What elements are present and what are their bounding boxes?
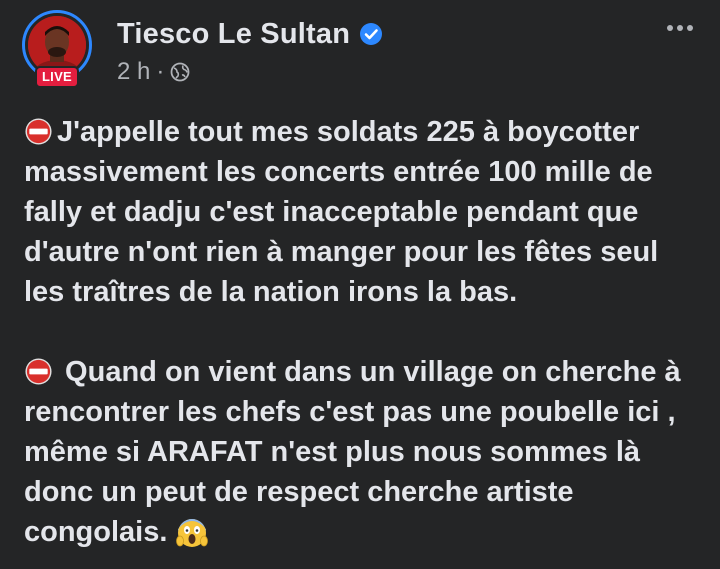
more-dot — [677, 25, 683, 31]
more-dot — [687, 25, 693, 31]
paragraph-text: J'appelle tout mes soldats 225 à boycott… — [24, 116, 659, 308]
author-name[interactable]: Tiesco Le Sultan — [117, 18, 350, 51]
globe-icon[interactable] — [170, 62, 190, 82]
facebook-post: LIVE Tiesco Le Sultan 2 h · J'appelle to… — [0, 0, 720, 569]
more-dot — [667, 25, 673, 31]
no-entry-icon — [25, 118, 52, 145]
author-name-row: Tiesco Le Sultan — [117, 16, 383, 52]
post-meta: 2 h · — [117, 58, 190, 86]
post-paragraph: J'appelle tout mes soldats 225 à boycott… — [24, 112, 704, 312]
no-entry-icon — [25, 358, 52, 385]
post-body: J'appelle tout mes soldats 225 à boycott… — [24, 112, 704, 552]
paragraph-text: Quand on vient dans un village on cherch… — [24, 356, 681, 548]
more-options-icon[interactable] — [660, 16, 700, 40]
author-avatar-container[interactable]: LIVE — [22, 10, 98, 88]
post-header: LIVE Tiesco Le Sultan 2 h · — [22, 10, 704, 90]
face-screaming-in-fear-icon — [176, 519, 209, 547]
meta-separator: · — [156, 58, 165, 85]
verified-badge-icon — [360, 23, 383, 45]
live-badge: LIVE — [35, 66, 79, 88]
post-timestamp[interactable]: 2 h — [117, 58, 150, 86]
post-paragraph: Quand on vient dans un village on cherch… — [24, 352, 704, 552]
